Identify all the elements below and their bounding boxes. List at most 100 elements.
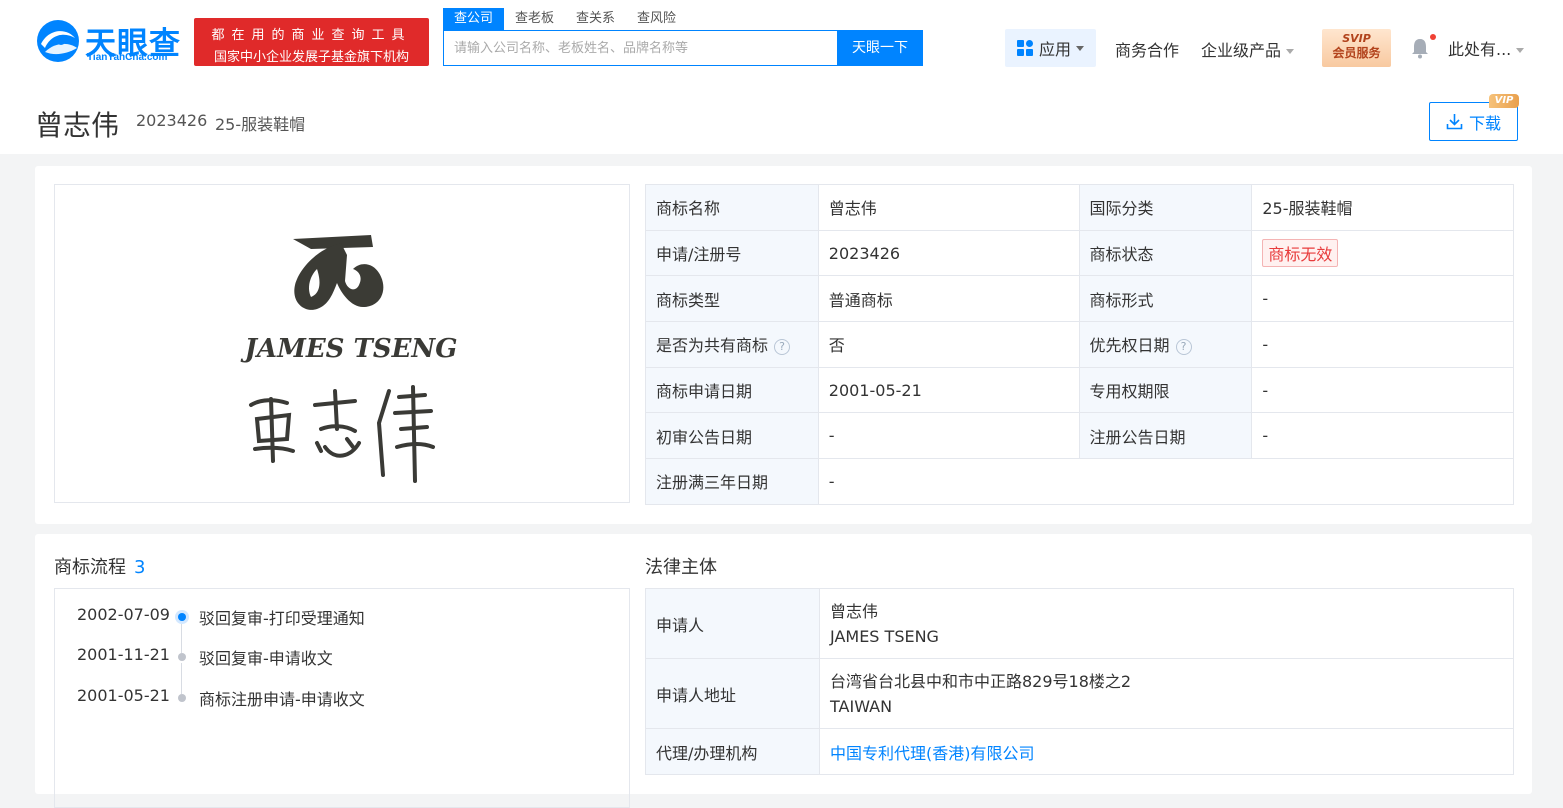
- info-row: 商标申请日期 2001-05-21 专用权期限 -: [645, 366, 1514, 414]
- applicant-address: 台湾省台北县中和市中正路829号18楼之2: [830, 671, 1132, 691]
- timeline-date: 2001-11-21: [77, 645, 170, 664]
- timeline-dot: [178, 694, 186, 702]
- label-exclusive-period: 专用权期限: [1078, 366, 1253, 414]
- chevron-down-icon: [1076, 45, 1084, 51]
- page-title: 曾志伟: [35, 109, 120, 142]
- trademark-title-bar: 曾志伟 2023426 25-服装鞋帽 下载 VIP: [0, 88, 1563, 154]
- value-application-date: 2001-05-21: [817, 366, 1080, 414]
- process-and-legal-card: 商标流程 3 2002-07-09 驳回复审-打印受理通知 2001-11-21 …: [35, 534, 1532, 808]
- label-priority-date: 优先权日期: [1089, 336, 1170, 356]
- trademark-flow-timeline: 2002-07-09 驳回复审-打印受理通知 2001-11-21 驳回复审-申…: [54, 588, 630, 808]
- user-menu[interactable]: 此处有...: [1448, 36, 1525, 60]
- nav-app-label: 应用: [1038, 40, 1071, 59]
- chevron-down-icon: [1516, 48, 1525, 53]
- trademark-info-card: JAMES TSENG 商标名称 曾志伟 国际分类 25-服装鞋帽 申请/注册号…: [35, 166, 1532, 524]
- help-icon[interactable]: ?: [1175, 338, 1192, 355]
- value-status-cell: 商标无效: [1251, 229, 1514, 277]
- status-badge: 商标无效: [1262, 239, 1339, 268]
- legal-row: 代理/办理机构 中国专利代理(香港)有限公司: [645, 728, 1514, 775]
- search-tab-boss[interactable]: 查老板: [504, 8, 565, 30]
- label-shared-trademark: 是否为共有商标: [656, 336, 769, 356]
- legal-row: 申请人 曾志伟 JAMES TSENG: [645, 588, 1514, 659]
- label-reg-number: 申请/注册号: [645, 229, 819, 277]
- value-reg-number: 2023426: [817, 229, 1080, 277]
- applicant-name-en: JAMES TSENG: [830, 626, 939, 646]
- value-trademark-name: 曾志伟: [817, 184, 1080, 231]
- timeline-text: 商标注册申请-申请收文: [199, 690, 365, 709]
- label-applicant-address: 申请人地址: [645, 658, 820, 729]
- site-logo[interactable]: 天眼查 TianYanCha.com: [35, 18, 185, 66]
- label-agent: 代理/办理机构: [645, 728, 820, 775]
- agent-link[interactable]: 中国专利代理(香港)有限公司: [830, 744, 1035, 763]
- legal-section-title: 法律主体: [645, 557, 717, 578]
- nav-enterprise-menu[interactable]: 企业级产品: [1201, 37, 1295, 61]
- download-icon: [1446, 114, 1463, 130]
- notification-dot: [1430, 34, 1436, 40]
- logo-subtitle: TianYanCha.com: [87, 52, 168, 63]
- timeline-dot: [178, 653, 186, 661]
- international-category: 25-服装鞋帽: [215, 115, 306, 134]
- svip-button[interactable]: SVIP 会员服务: [1322, 29, 1391, 67]
- search-tabs: 查公司 查老板 查关系 查风险: [443, 8, 687, 30]
- label-reg-announce-date: 注册公告日期: [1078, 412, 1253, 460]
- flow-count: 3: [134, 557, 146, 578]
- logo-eye-icon: [37, 20, 79, 62]
- legal-row: 申请人地址 台湾省台北县中和市中正路829号18楼之2 TAIWAN: [645, 658, 1514, 729]
- label-priority-date-cell: 优先权日期?: [1078, 321, 1253, 368]
- label-trademark-type: 商标类型: [645, 275, 819, 323]
- value-three-year-date: -: [817, 458, 1515, 505]
- top-header: 天眼查 TianYanCha.com 都在用的商业查询工具 国家中小企业发展子基…: [0, 0, 1563, 88]
- search-box: [443, 30, 838, 66]
- download-label: 下载: [1468, 113, 1501, 133]
- promo-line-2: 国家中小企业发展子基金旗下机构: [213, 50, 409, 65]
- label-shared-trademark-cell: 是否为共有商标?: [645, 321, 819, 368]
- timeline-text: 驳回复审-申请收文: [199, 649, 333, 668]
- flow-section-title: 商标流程 3: [54, 553, 145, 579]
- search-tab-relation[interactable]: 查关系: [565, 8, 626, 30]
- info-row: 商标名称 曾志伟 国际分类 25-服装鞋帽: [645, 184, 1514, 231]
- label-intl-class: 国际分类: [1078, 184, 1253, 231]
- value-trademark-type: 普通商标: [817, 275, 1080, 323]
- chevron-down-icon: [1286, 49, 1295, 54]
- timeline-item: 2001-05-21 商标注册申请-申请收文: [55, 686, 615, 710]
- trademark-logo-image: JAMES TSENG: [240, 235, 458, 483]
- applicant-name-cn: 曾志伟: [830, 601, 879, 621]
- vip-badge: VIP: [1489, 94, 1519, 108]
- value-applicant-cell: 曾志伟 JAMES TSENG: [819, 588, 1514, 659]
- search-tab-risk[interactable]: 查风险: [626, 8, 687, 30]
- label-trademark-name: 商标名称: [645, 184, 819, 231]
- search-button[interactable]: 天眼一下: [837, 30, 923, 66]
- registration-number: 2023426: [136, 111, 208, 130]
- info-row: 初审公告日期 - 注册公告日期 -: [645, 412, 1514, 460]
- nav-enterprise-label: 企业级产品: [1201, 41, 1282, 60]
- timeline-item: 2001-11-21 驳回复审-申请收文: [55, 645, 615, 669]
- promo-line-1: 都在用的商业查询工具: [211, 28, 412, 43]
- svip-service-label: 会员服务: [1332, 46, 1381, 60]
- value-address-cell: 台湾省台北县中和市中正路829号18楼之2 TAIWAN: [819, 658, 1514, 729]
- label-three-year-date: 注册满三年日期: [645, 458, 819, 505]
- trademark-image-text: JAMES TSENG: [240, 334, 458, 364]
- nav-business-link[interactable]: 商务合作: [1115, 37, 1179, 61]
- label-prelim-announce-date: 初审公告日期: [645, 412, 819, 460]
- help-icon[interactable]: ?: [774, 338, 791, 355]
- value-exclusive-period: -: [1251, 366, 1514, 414]
- bell-icon[interactable]: [1410, 37, 1430, 59]
- info-row: 注册满三年日期 -: [645, 458, 1515, 505]
- trademark-image[interactable]: JAMES TSENG: [54, 184, 630, 503]
- label-application-date: 商标申请日期: [645, 366, 819, 414]
- search-input[interactable]: [444, 31, 837, 65]
- value-agent-cell: 中国专利代理(香港)有限公司: [819, 728, 1514, 775]
- promo-banner[interactable]: 都在用的商业查询工具 国家中小企业发展子基金旗下机构: [194, 18, 429, 66]
- value-prelim-announce-date: -: [817, 412, 1080, 460]
- legal-entity-table: 申请人 曾志伟 JAMES TSENG 申请人地址 台湾省台北县中和市中正路82…: [645, 588, 1514, 775]
- timeline-date: 2001-05-21: [77, 686, 170, 705]
- timeline-dot-active: [178, 613, 186, 621]
- label-status: 商标状态: [1078, 229, 1253, 277]
- value-trademark-form: -: [1251, 275, 1514, 323]
- nav-app-menu[interactable]: 应用: [1005, 29, 1096, 67]
- trademark-info-table: 商标名称 曾志伟 国际分类 25-服装鞋帽 申请/注册号 2023426 商标状…: [645, 184, 1515, 505]
- value-priority-date: -: [1251, 321, 1514, 368]
- timeline-date: 2002-07-09: [77, 605, 170, 624]
- search-tab-company[interactable]: 查公司: [443, 8, 505, 30]
- apps-grid-icon: [1016, 40, 1033, 56]
